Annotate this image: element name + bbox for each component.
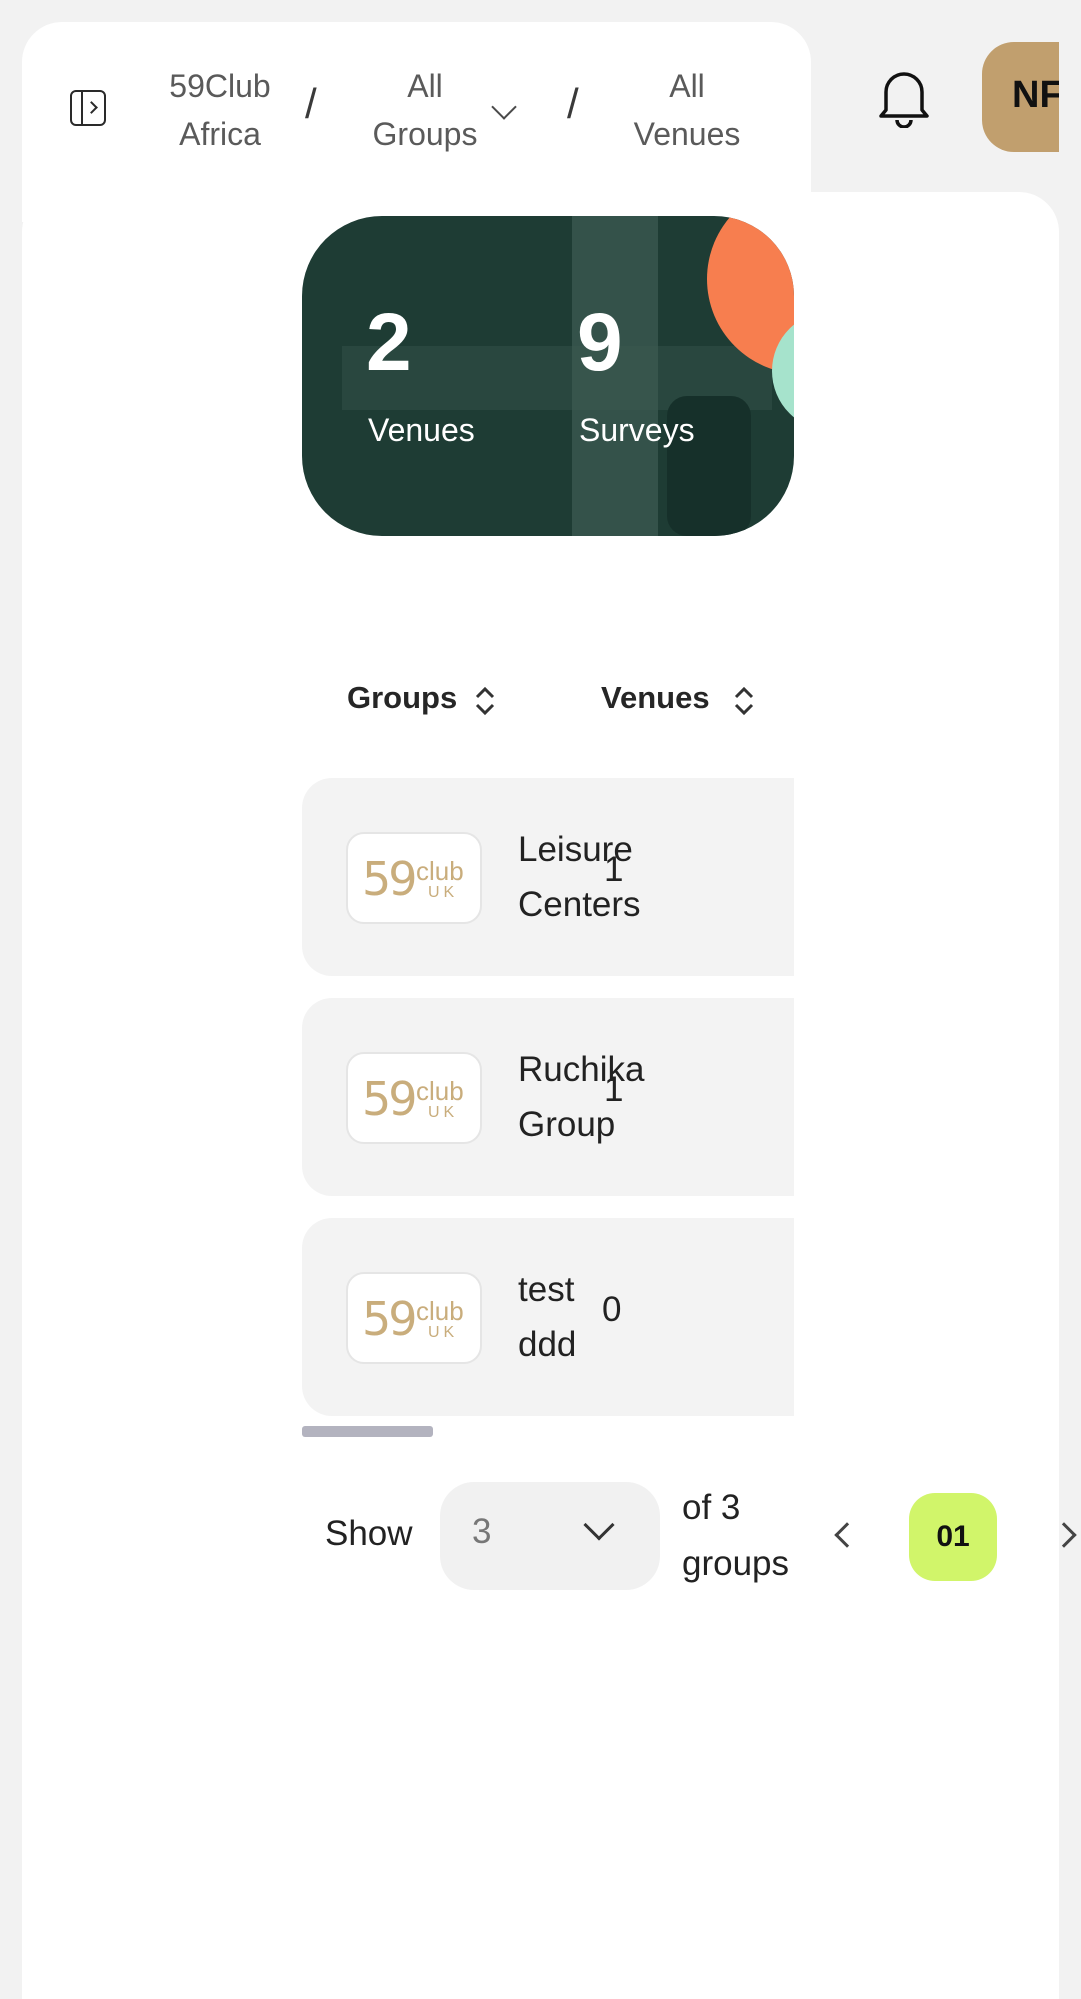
group-name-line2: ddd [518,1325,577,1364]
breadcrumb-groups-line1: All [407,68,443,104]
logo-club: club [416,856,464,886]
results-count-line1: of 3 [682,1488,741,1527]
logo-club: club [416,1296,464,1326]
breadcrumb-venues-line2: Venues [633,116,741,152]
venue-count: 1 [604,1070,624,1109]
sidebar-toggle-icon[interactable] [70,90,106,126]
venue-count: 1 [604,850,624,889]
breadcrumb-groups-dropdown[interactable]: All Groups [355,62,495,158]
group-logo: 59 club UK [346,1272,482,1364]
breadcrumb-separator: / [567,80,579,127]
show-label: Show [325,1514,413,1553]
chevron-down-icon [583,1509,615,1541]
page-size-select[interactable]: 3 [440,1482,660,1590]
group-name-line2: Centers [518,885,641,924]
results-count-line2: groups [682,1544,790,1583]
current-page-button[interactable]: 01 [909,1493,997,1581]
sort-icon[interactable] [474,684,496,718]
group-name: Ruchika Group [518,1042,668,1152]
bell-icon[interactable] [876,66,932,128]
group-logo: 59 club UK [346,1052,482,1144]
header-divider [22,150,811,210]
group-name-line1: Ruchika [518,1050,645,1089]
column-header-groups[interactable]: Groups [347,680,457,716]
group-name-line1: Leisure [518,830,633,869]
breadcrumb-groups-line2: Groups [372,116,478,152]
logo-uk: UK [428,1104,459,1121]
column-header-venues[interactable]: Venues [601,680,710,716]
stat-venues-value: 2 [366,297,412,388]
group-name-line2: Group [518,1105,616,1144]
stats-banner: 2 Venues 9 Surveys [302,216,794,536]
avatar-initials: NF [1012,74,1063,116]
breadcrumb-organization-line1: 59Club [169,68,271,104]
stat-surveys-label: Surveys [579,412,695,448]
logo-club: club [416,1076,464,1106]
stat-venues-label: Venues [368,412,475,448]
group-name: Leisure Centers [518,822,668,932]
logo-uk: UK [428,1324,459,1341]
page: 59Club Africa / All Groups / All Venues … [0,0,1081,1999]
breadcrumb-organization-line2: Africa [179,116,261,152]
logo-number: 59 [362,1292,418,1346]
group-name-line1: test [518,1270,575,1309]
logo-uk: UK [428,884,459,901]
breadcrumb-organization[interactable]: 59Club Africa [150,62,290,158]
group-logo: 59 club UK [346,832,482,924]
page-size-value: 3 [472,1512,492,1551]
horizontal-scrollbar[interactable] [302,1426,433,1437]
sort-icon[interactable] [733,684,755,718]
table-row[interactable]: 59 club UK Ruchika Group 1 [302,998,794,1196]
table-row[interactable]: 59 club UK test ddd 0 [302,1218,794,1416]
results-count: of 3 groups [682,1480,812,1592]
logo-number: 59 [362,852,418,906]
stat-surveys-value: 9 [577,297,623,388]
group-name: test ddd [518,1262,668,1372]
logo-number: 59 [362,1072,418,1126]
breadcrumb-venues-line1: All [669,68,705,104]
viewport-edge [1059,0,1081,260]
venue-count: 0 [602,1290,622,1329]
breadcrumb-separator: / [305,80,317,127]
table-row[interactable]: 59 club UK Leisure Centers 1 [302,778,794,976]
breadcrumb-venues[interactable]: All Venues [617,62,757,158]
